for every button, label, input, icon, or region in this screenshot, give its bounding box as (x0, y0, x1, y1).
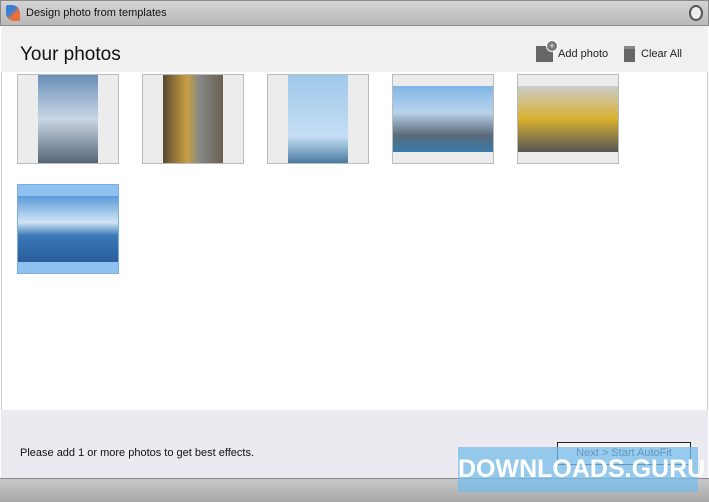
photo-grid (1, 72, 708, 410)
add-photo-button[interactable]: Add photo (536, 40, 609, 62)
page-title: Your photos (20, 44, 121, 65)
title-bar: Design photo from templates (0, 0, 709, 26)
photo-image (38, 75, 98, 163)
photo-thumbnail[interactable] (392, 74, 494, 164)
watermark-logo: DOWNLOADS.GURU (458, 447, 705, 492)
trash-icon (624, 46, 635, 62)
photo-image (163, 75, 223, 163)
app-logo-icon (6, 5, 20, 21)
close-button[interactable] (689, 5, 703, 21)
hint-text: Please add 1 or more photos to get best … (20, 447, 254, 459)
header: Your photos Add photo Clear All (1, 26, 708, 72)
photo-image (393, 86, 493, 152)
add-photo-icon (536, 40, 558, 62)
add-photo-label: Add photo (558, 48, 609, 60)
photo-thumbnail[interactable] (17, 74, 119, 164)
photo-thumbnail[interactable] (517, 74, 619, 164)
photo-image (518, 86, 618, 152)
window-title: Design photo from templates (26, 7, 167, 19)
clear-all-label: Clear All (641, 48, 682, 60)
photo-image (18, 196, 118, 262)
photo-image (288, 75, 348, 163)
photo-thumbnail[interactable] (267, 74, 369, 164)
photo-thumbnail-selected[interactable] (17, 184, 119, 274)
clear-all-button[interactable]: Clear All (624, 46, 682, 62)
photo-thumbnail[interactable] (142, 74, 244, 164)
